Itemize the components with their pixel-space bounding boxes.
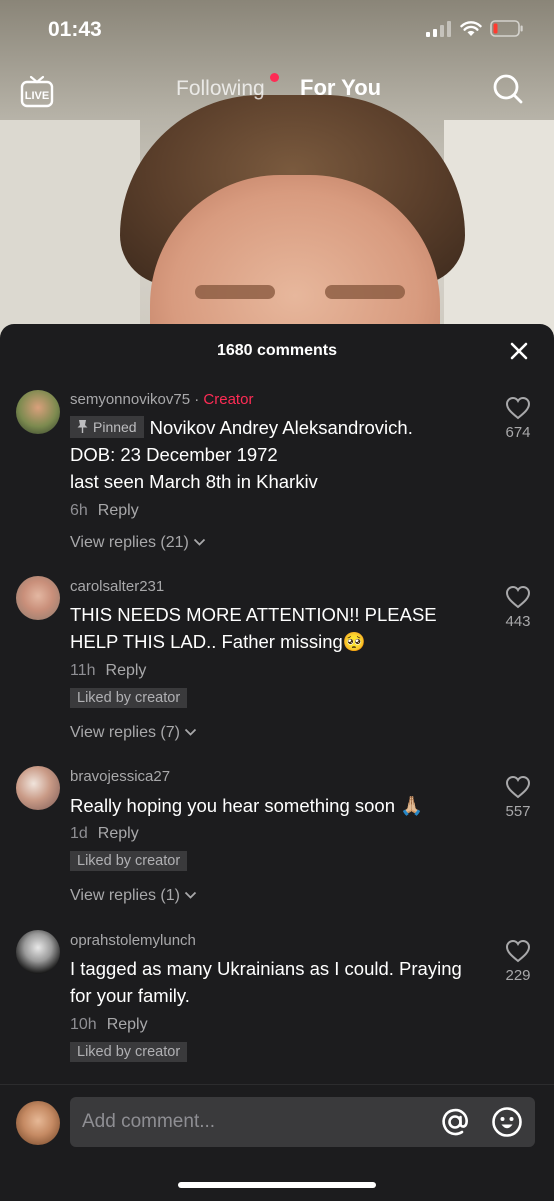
username-separator: · (190, 391, 204, 408)
comment-meta: 10h Reply (70, 1016, 148, 1034)
comment-username[interactable]: semyonnovikov75 · Creator (70, 391, 253, 408)
like-count: 229 (505, 967, 531, 984)
comment-item: semyonnovikov75 · Creator Pinned Novikov … (0, 386, 554, 566)
home-indicator[interactable] (178, 1182, 376, 1188)
pin-icon (77, 420, 88, 433)
status-time: 01:43 (48, 18, 102, 41)
like-button[interactable]: 229 (500, 939, 536, 984)
comment-text: Really hoping you hear something soon 🙏🏼 (70, 792, 490, 819)
comments-header: 1680 comments (0, 324, 554, 376)
comment-line: Really hoping you hear something soon 🙏🏼 (70, 795, 424, 816)
avatar[interactable] (16, 390, 60, 434)
liked-by-creator-badge: Liked by creator (70, 851, 188, 871)
reply-button[interactable]: Reply (107, 1016, 148, 1033)
reply-button[interactable]: Reply (106, 662, 147, 679)
like-button[interactable]: 443 (500, 585, 536, 630)
comment-line: THIS NEEDS MORE ATTENTION!! PLEASE (70, 604, 437, 625)
comment-line: for your family. (70, 985, 190, 1006)
pinned-badge: Pinned (70, 416, 144, 438)
comments-sheet: 1680 comments semyonnovikov75 · Creator … (0, 324, 554, 1200)
video-wall-left (0, 120, 140, 340)
like-button[interactable]: 674 (500, 396, 536, 441)
comment-input-placeholder[interactable]: Add comment... (82, 1111, 215, 1133)
reply-button[interactable]: Reply (98, 502, 139, 519)
svg-text:LIVE: LIVE (25, 90, 49, 102)
comment-text: I tagged as many Ukrainians as I could. … (70, 955, 490, 1009)
comment-text: Pinned Novikov Andrey Aleksandrovich. DOB… (70, 414, 490, 495)
video-person-brow (195, 285, 275, 299)
emoji-button[interactable] (491, 1106, 523, 1138)
chevron-down-icon (185, 728, 197, 736)
search-icon (493, 74, 523, 104)
pinned-label: Pinned (93, 419, 137, 435)
creator-badge: Creator (203, 391, 254, 408)
wifi-icon (460, 20, 482, 36)
heart-icon (505, 585, 531, 609)
liked-by-creator-badge: Liked by creator (70, 688, 188, 708)
heart-icon (505, 939, 531, 963)
like-count: 674 (505, 424, 531, 441)
comment-line: Novikov Andrey Aleksandrovich. (149, 417, 413, 438)
view-replies-label[interactable]: View replies (21) (70, 534, 189, 551)
comment-line: HELP THIS LAD.. Father missing🥺 (70, 631, 366, 652)
status-bar: 01:43 (0, 0, 554, 60)
avatar[interactable] (16, 930, 60, 974)
reply-button[interactable]: Reply (98, 825, 139, 842)
comment-text: THIS NEEDS MORE ATTENTION!! PLEASE HELP … (70, 601, 490, 655)
comment-username[interactable]: carolsalter231 (70, 578, 164, 595)
tab-following[interactable]: Following (176, 77, 265, 101)
chevron-down-icon (194, 538, 206, 546)
view-replies-label[interactable]: View replies (7) (70, 724, 180, 741)
comment-time: 6h (70, 502, 88, 519)
like-button[interactable]: 557 (500, 775, 536, 820)
view-replies-button[interactable]: View replies (1) (70, 887, 197, 905)
close-icon (510, 342, 528, 360)
mention-button[interactable] (439, 1106, 471, 1138)
like-count: 443 (505, 613, 531, 630)
comment-item: carolsalter231 THIS NEEDS MORE ATTENTION… (0, 575, 554, 750)
following-notification-dot (270, 73, 279, 82)
comment-username[interactable]: bravojessica27 (70, 768, 170, 785)
battery-icon (490, 20, 523, 37)
live-tv-icon: LIVE (20, 75, 54, 108)
comment-input[interactable]: Add comment... (70, 1097, 535, 1147)
comment-time: 10h (70, 1016, 97, 1033)
comment-meta: 6h Reply (70, 502, 139, 520)
tab-for-you[interactable]: For You (300, 75, 381, 101)
at-icon (442, 1108, 468, 1136)
close-button[interactable] (508, 340, 530, 362)
comment-time: 11h (70, 662, 96, 679)
view-replies-button[interactable]: View replies (21) (70, 534, 206, 552)
status-icons (426, 20, 524, 37)
comment-meta: 1d Reply (70, 825, 139, 843)
video-person-brow (325, 285, 405, 299)
comment-time: 1d (70, 825, 88, 842)
view-replies-button[interactable]: View replies (7) (70, 724, 197, 742)
comment-line: I tagged as many Ukrainians as I could. … (70, 958, 462, 979)
comment-count: 1680 comments (216, 342, 338, 359)
live-button[interactable]: LIVE (20, 74, 54, 108)
cellular-signal-icon (426, 20, 451, 37)
username-text[interactable]: semyonnovikov75 (70, 391, 190, 408)
comment-line: DOB: 23 December 1972 (70, 444, 278, 465)
comment-item: bravojessica27 Really hoping you hear so… (0, 765, 554, 915)
top-nav: LIVE Following For You (0, 60, 554, 120)
liked-by-creator-badge: Liked by creator (70, 1042, 188, 1062)
comment-meta: 11h Reply (70, 662, 146, 680)
my-avatar (16, 1101, 60, 1145)
comment-line: last seen March 8th in Kharkiv (70, 471, 318, 492)
avatar[interactable] (16, 766, 60, 810)
like-count: 557 (505, 803, 531, 820)
comment-username[interactable]: oprahstolemylunch (70, 932, 196, 949)
comment-item: oprahstolemylunch I tagged as many Ukrai… (0, 929, 554, 1079)
search-button[interactable] (492, 73, 524, 105)
emoji-icon (492, 1107, 522, 1137)
chevron-down-icon (185, 891, 197, 899)
avatar[interactable] (16, 576, 60, 620)
heart-icon (505, 775, 531, 799)
heart-icon (505, 396, 531, 420)
view-replies-label[interactable]: View replies (1) (70, 887, 180, 904)
